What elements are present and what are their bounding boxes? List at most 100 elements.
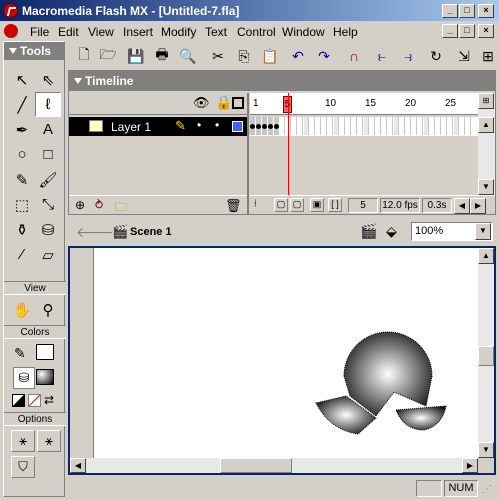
frame-rate-field[interactable]: 12.0 fps — [380, 198, 420, 213]
frame-cell[interactable] — [274, 117, 279, 135]
cut-icon[interactable]: ✂ — [208, 47, 228, 65]
frame-cell[interactable] — [442, 117, 447, 135]
stage-hscrollbar[interactable]: ◀ ▶ — [70, 458, 478, 473]
frame-cell[interactable] — [466, 117, 471, 135]
straighten-icon[interactable]: ⥽ — [398, 47, 418, 65]
arrow-tool[interactable]: ↖ — [9, 67, 35, 92]
timeline-header[interactable]: Timeline — [69, 71, 495, 91]
edit-symbol-icon[interactable]: ⬙ — [386, 223, 397, 240]
frame-cell[interactable] — [424, 117, 429, 135]
align-icon[interactable]: ⊞ — [478, 47, 498, 65]
stage-canvas[interactable] — [94, 248, 478, 458]
close-button[interactable]: × — [478, 4, 494, 18]
doc-restore-button[interactable]: □ — [459, 24, 475, 38]
frame-cell[interactable] — [310, 117, 315, 135]
timeline-vscrollbar[interactable]: ⊞ ▲ ▼ — [478, 93, 495, 195]
polygon-mode-icon[interactable]: ⛉ — [11, 456, 35, 478]
frame-cell[interactable] — [418, 117, 423, 135]
frame-cell[interactable] — [340, 117, 345, 135]
scroll-left-arrow-icon[interactable]: ◀ — [454, 198, 470, 214]
scroll-right-arrow-icon[interactable]: ▶ — [470, 198, 486, 214]
layer-color-box[interactable] — [232, 121, 243, 132]
timeline-divider[interactable] — [247, 93, 249, 215]
menu-view[interactable]: View — [88, 25, 114, 39]
tools-panel-header[interactable]: Tools — [4, 42, 64, 60]
frame-cell[interactable] — [358, 117, 363, 135]
pencil-tool[interactable]: ✎ — [9, 167, 35, 192]
visible-dot-icon[interactable]: • — [197, 118, 201, 132]
insert-folder-icon[interactable]: 🗀 — [115, 198, 127, 219]
scroll-right-arrow-icon[interactable]: ▶ — [462, 458, 478, 473]
frame-cell[interactable] — [448, 117, 453, 135]
rectangle-tool[interactable]: □ — [35, 142, 61, 167]
resize-grip-icon[interactable]: ⋰ — [482, 484, 492, 495]
frame-cell[interactable] — [352, 117, 357, 135]
delete-layer-icon[interactable]: 🗑 — [225, 198, 242, 214]
menu-help[interactable]: Help — [333, 25, 358, 39]
lasso-tool[interactable]: ℓ — [35, 92, 61, 117]
insert-layer-icon[interactable]: ⊕ — [75, 198, 85, 212]
smooth-icon[interactable]: ⥼ — [372, 47, 392, 65]
frame-cell[interactable] — [364, 117, 369, 135]
broken-sphere-top[interactable] — [343, 331, 433, 417]
document-icon[interactable] — [4, 24, 18, 38]
onion-skin-icon[interactable]: ▢ — [274, 198, 288, 212]
add-guide-layer-icon[interactable]: ⥁ — [95, 198, 103, 212]
scroll-up-arrow-icon[interactable]: ▲ — [478, 117, 494, 133]
print-preview-icon[interactable]: 🔍 — [178, 47, 198, 65]
new-file-icon[interactable]: 🗋 — [74, 46, 94, 65]
frame-view-menu-icon[interactable]: ⊞ — [478, 93, 494, 109]
collapse-triangle-icon[interactable] — [9, 48, 17, 54]
frame-cell[interactable] — [382, 117, 387, 135]
frame-cell[interactable] — [394, 117, 399, 135]
magic-wand-icon[interactable]: ⚹ — [11, 430, 35, 452]
frame-cell[interactable] — [268, 117, 273, 135]
frame-cell[interactable] — [334, 117, 339, 135]
frame-cell[interactable] — [304, 117, 309, 135]
subselect-tool[interactable]: ⇖ — [35, 67, 61, 92]
magic-wand-settings-icon[interactable]: ⚹ — [37, 430, 61, 452]
hscroll-thumb[interactable] — [220, 458, 292, 473]
paint-bucket-tool[interactable]: ⛁ — [35, 217, 61, 242]
frame-cell[interactable] — [316, 117, 321, 135]
fill-color-swatch[interactable] — [36, 369, 54, 385]
lock-icon[interactable]: 🔒 — [215, 94, 232, 111]
no-color-icon[interactable] — [28, 394, 41, 407]
menu-text[interactable]: Text — [205, 25, 227, 39]
doc-minimize-button[interactable]: _ — [442, 24, 458, 38]
frame-cell[interactable] — [250, 117, 255, 135]
menu-insert[interactable]: Insert — [123, 25, 153, 39]
oval-tool[interactable]: ○ — [9, 142, 35, 167]
scroll-down-arrow-icon[interactable]: ▼ — [478, 179, 494, 195]
frame-row[interactable] — [250, 117, 478, 136]
frame-cell[interactable] — [346, 117, 351, 135]
redo-icon[interactable]: ↷ — [314, 47, 334, 65]
broken-sphere-right[interactable] — [395, 405, 447, 431]
layer-name[interactable]: Layer 1 — [111, 120, 151, 134]
frame-cell[interactable] — [454, 117, 459, 135]
frame-cell[interactable] — [322, 117, 327, 135]
menu-control[interactable]: Control — [237, 25, 276, 39]
frame-cell[interactable] — [400, 117, 405, 135]
back-arrow-icon[interactable]: 🡐 — [76, 224, 114, 241]
pen-tool[interactable]: ✒ — [9, 117, 35, 142]
frame-cell[interactable] — [256, 117, 261, 135]
menu-window[interactable]: Window — [282, 25, 325, 39]
vscroll-thumb[interactable] — [478, 346, 494, 366]
snap-to-objects-icon[interactable]: ∩ — [344, 47, 364, 65]
swap-colors-icon[interactable]: ⇄ — [44, 393, 54, 407]
brush-tool[interactable]: 🖌 — [35, 167, 61, 192]
hand-tool[interactable]: ✋ — [9, 297, 35, 322]
frame-cell[interactable] — [292, 117, 297, 135]
text-tool[interactable]: A — [35, 117, 61, 142]
frame-cell[interactable] — [430, 117, 435, 135]
edit-multiple-frames-icon[interactable]: ▣ — [310, 198, 324, 212]
minimize-button[interactable]: _ — [442, 4, 458, 18]
menu-file[interactable]: File — [30, 25, 49, 39]
save-icon[interactable]: 💾 — [126, 47, 146, 65]
menu-modify[interactable]: Modify — [161, 25, 196, 39]
paste-icon[interactable]: 📋 — [260, 47, 280, 65]
eye-icon[interactable]: 👁 — [193, 95, 210, 111]
frame-cell[interactable] — [412, 117, 417, 135]
frame-cell[interactable] — [388, 117, 393, 135]
